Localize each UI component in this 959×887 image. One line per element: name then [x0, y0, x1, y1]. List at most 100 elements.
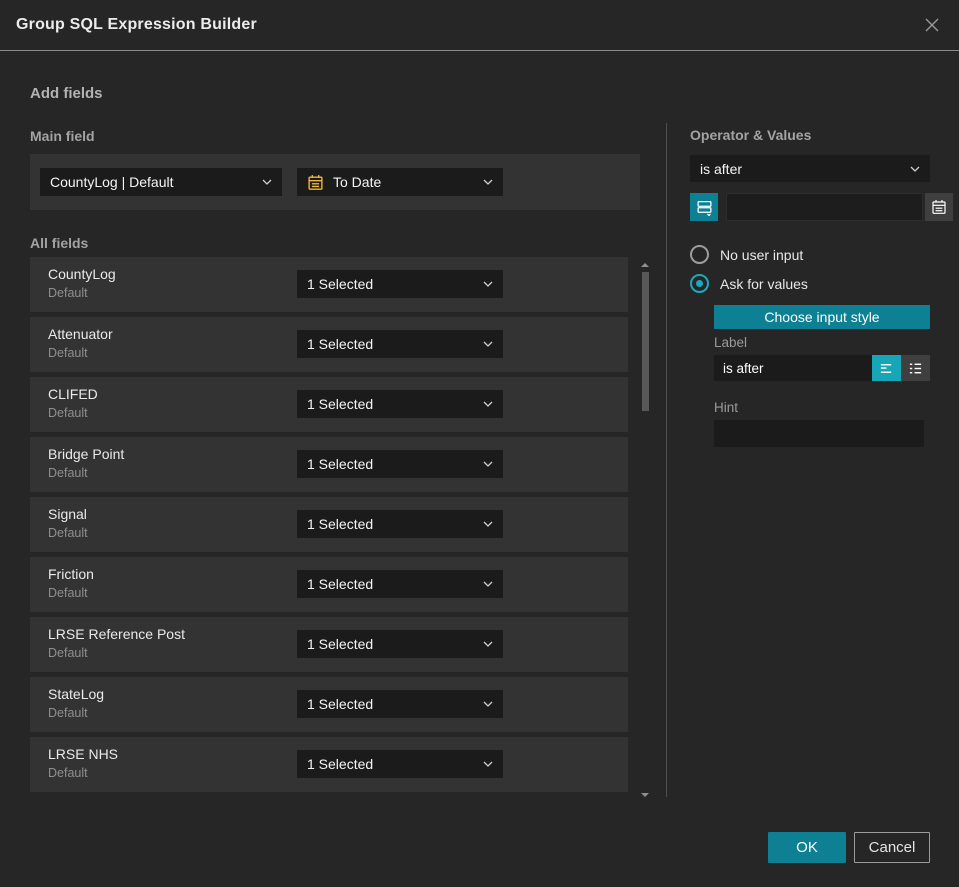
label-input-row — [714, 355, 930, 381]
field-values-dropdown-value: 1 Selected — [307, 696, 374, 712]
dialog-header: Group SQL Expression Builder — [0, 0, 959, 51]
field-row: Bridge Point Default 1 Selected — [30, 437, 628, 492]
field-row: LRSE NHS Default 1 Selected — [30, 737, 628, 792]
field-row: Friction Default 1 Selected — [30, 557, 628, 612]
field-values-dropdown[interactable]: 1 Selected — [297, 750, 503, 778]
field-values-dropdown[interactable]: 1 Selected — [297, 390, 503, 418]
field-values-dropdown-value: 1 Selected — [307, 516, 374, 532]
dialog: Group SQL Expression Builder Add fields … — [0, 0, 959, 887]
input-type-button[interactable] — [690, 193, 718, 221]
field-row: CountyLog Default 1 Selected — [30, 257, 628, 312]
list-icon — [909, 363, 922, 373]
field-values-dropdown-value: 1 Selected — [307, 396, 374, 412]
radio-ask-for-values[interactable]: Ask for values — [690, 274, 808, 293]
field-values-dropdown[interactable]: 1 Selected — [297, 270, 503, 298]
chevron-down-icon — [483, 401, 493, 407]
field-values-dropdown[interactable]: 1 Selected — [297, 630, 503, 658]
value-input-row — [690, 193, 953, 221]
field-values-dropdown[interactable]: 1 Selected — [297, 450, 503, 478]
field-row: Attenuator Default 1 Selected — [30, 317, 628, 372]
date-field-select[interactable]: To Date — [297, 168, 503, 196]
date-field-select-value: To Date — [333, 174, 382, 190]
field-name: Signal — [48, 506, 87, 522]
all-fields-heading: All fields — [30, 235, 89, 251]
scroll-up-arrow-icon[interactable] — [641, 263, 649, 267]
field-name: CLIFED — [48, 386, 98, 402]
operator-values-heading: Operator & Values — [690, 127, 812, 143]
field-name: StateLog — [48, 686, 105, 702]
choose-input-style-button[interactable]: Choose input style — [714, 305, 930, 329]
radio-ask-for-values-label: Ask for values — [720, 275, 808, 292]
radio-no-user-input-label: No user input — [720, 246, 804, 263]
field-subtitle: Default — [48, 586, 88, 600]
field-subtitle: Default — [48, 346, 88, 360]
radio-no-user-input[interactable]: No user input — [690, 245, 803, 264]
label-caption: Label — [714, 335, 748, 350]
calendar-icon — [932, 200, 946, 214]
scrollbar-thumb[interactable] — [642, 272, 649, 411]
main-field-heading: Main field — [30, 128, 95, 144]
field-values-dropdown-value: 1 Selected — [307, 276, 374, 292]
main-field-select[interactable]: CountyLog | Default — [40, 168, 282, 196]
chevron-down-icon — [483, 281, 493, 287]
field-subtitle: Default — [48, 766, 88, 780]
calendar-icon — [307, 174, 324, 191]
field-name: CountyLog — [48, 266, 116, 282]
field-values-dropdown-value: 1 Selected — [307, 756, 374, 772]
align-left-icon — [880, 363, 892, 373]
field-row: Signal Default 1 Selected — [30, 497, 628, 552]
field-subtitle: Default — [48, 406, 88, 420]
field-row: StateLog Default 1 Selected — [30, 677, 628, 732]
close-icon — [925, 18, 939, 32]
chevron-down-icon — [483, 701, 493, 707]
field-values-dropdown-value: 1 Selected — [307, 576, 374, 592]
field-row: CLIFED Default 1 Selected — [30, 377, 628, 432]
field-values-dropdown-value: 1 Selected — [307, 636, 374, 652]
field-name: LRSE Reference Post — [48, 626, 185, 642]
field-name: Bridge Point — [48, 446, 125, 462]
dialog-title: Group SQL Expression Builder — [16, 16, 257, 33]
radio-selected-icon — [690, 274, 709, 293]
field-values-dropdown[interactable]: 1 Selected — [297, 510, 503, 538]
radio-circle-icon — [690, 245, 709, 264]
field-values-dropdown[interactable]: 1 Selected — [297, 690, 503, 718]
field-name: LRSE NHS — [48, 746, 119, 762]
calendar-button[interactable] — [925, 193, 953, 221]
field-values-dropdown-value: 1 Selected — [307, 456, 374, 472]
chevron-down-icon — [483, 461, 493, 467]
single-line-style-button[interactable] — [872, 355, 901, 381]
field-subtitle: Default — [48, 706, 88, 720]
field-values-dropdown[interactable]: 1 Selected — [297, 330, 503, 358]
label-input[interactable] — [714, 355, 872, 381]
field-subtitle: Default — [48, 526, 88, 540]
operator-select[interactable]: is after — [690, 155, 930, 182]
chevron-down-icon — [483, 641, 493, 647]
hint-input[interactable] — [714, 420, 924, 447]
field-name: Attenuator — [48, 326, 113, 342]
chevron-down-icon — [483, 521, 493, 527]
field-subtitle: Default — [48, 646, 88, 660]
main-field-panel: CountyLog | Default To Date — [30, 154, 640, 210]
add-fields-heading: Add fields — [30, 85, 103, 102]
field-name: Friction — [48, 566, 94, 582]
panel-divider — [666, 123, 667, 797]
value-input[interactable] — [726, 193, 923, 221]
chevron-down-icon — [483, 179, 493, 185]
field-row: LRSE Reference Post Default 1 Selected — [30, 617, 628, 672]
chevron-down-icon — [262, 179, 272, 185]
scroll-down-arrow-icon[interactable] — [641, 793, 649, 797]
chevron-down-icon — [483, 581, 493, 587]
cancel-button[interactable]: Cancel — [854, 832, 930, 863]
field-subtitle: Default — [48, 466, 88, 480]
list-style-button[interactable] — [901, 355, 930, 381]
field-values-dropdown[interactable]: 1 Selected — [297, 570, 503, 598]
ok-button[interactable]: OK — [768, 832, 846, 863]
chevron-down-icon — [910, 166, 920, 172]
operator-select-value: is after — [700, 160, 743, 177]
all-fields-list: CountyLog Default 1 Selected Attenuator … — [30, 257, 628, 797]
rows-icon — [696, 200, 712, 216]
close-button[interactable] — [921, 14, 943, 36]
chevron-down-icon — [483, 341, 493, 347]
chevron-down-icon — [483, 761, 493, 767]
main-field-select-value: CountyLog | Default — [50, 174, 174, 190]
